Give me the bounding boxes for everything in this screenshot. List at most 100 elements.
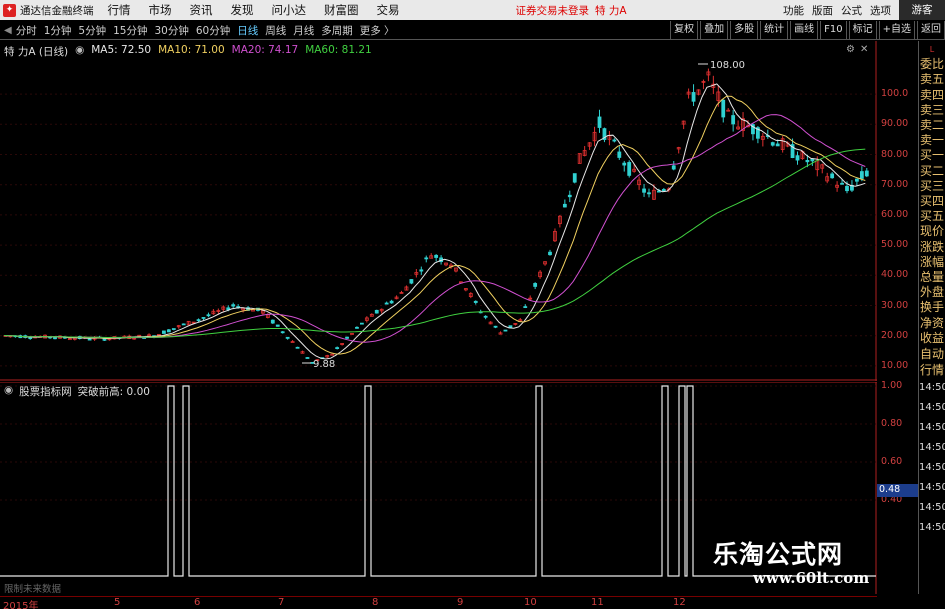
price-tick-label: 10.00 xyxy=(881,359,909,371)
quote-panel-item[interactable]: 涨幅 xyxy=(919,255,945,270)
ma-settings-icon[interactable]: ◉ xyxy=(75,44,84,59)
quote-panel-item[interactable]: 14:50 xyxy=(919,518,945,538)
quote-panel-item[interactable]: 买四 xyxy=(919,194,945,209)
period-monthly[interactable]: 月线 xyxy=(293,23,314,38)
menu-trade[interactable]: 交易 xyxy=(377,2,400,18)
quote-panel-item[interactable]: 换手 xyxy=(919,300,945,315)
btn-stats[interactable]: 统计 xyxy=(760,21,789,40)
btn-draw[interactable]: 画线 xyxy=(790,21,819,40)
price-tick-label: 80.00 xyxy=(881,148,909,160)
menu-market[interactable]: 市场 xyxy=(149,2,172,18)
candle-body xyxy=(597,116,602,128)
period-multi[interactable]: 多周期 xyxy=(321,23,353,38)
period-timeshare[interactable]: 分时 xyxy=(16,23,37,38)
quote-panel-item[interactable]: 14:50 xyxy=(919,458,945,478)
quote-panel-item[interactable]: 14:50 xyxy=(919,478,945,498)
candle-body xyxy=(567,194,572,198)
indicator-tick-label: 0.60 xyxy=(881,456,903,467)
xtick-8: 8 xyxy=(372,597,379,608)
indicator-tick-label: 1.00 xyxy=(881,380,903,391)
btn-f10[interactable]: F10 xyxy=(820,21,847,40)
kline-chart[interactable]: 108.00 9.88 ✕ ⚙ xyxy=(0,41,877,381)
panel-collapse-icon[interactable]: L xyxy=(919,42,945,57)
menu-news[interactable]: 资讯 xyxy=(190,2,213,18)
btn-adjust[interactable]: 复权 xyxy=(670,21,699,40)
quote-panel-item[interactable]: 卖一 xyxy=(919,133,945,148)
candle-body xyxy=(661,189,666,192)
quote-panel-item[interactable]: 总量 xyxy=(919,270,945,285)
back-arrow-icon[interactable]: ◀ xyxy=(4,25,12,36)
quote-panel-item[interactable]: 委比 xyxy=(919,57,945,72)
quote-panel-item[interactable]: 净资 xyxy=(919,316,945,331)
menu-options[interactable]: 选项 xyxy=(870,3,891,18)
quote-panel-item[interactable]: 卖四 xyxy=(919,88,945,103)
gear-icon[interactable]: ⚙ xyxy=(846,44,855,55)
btn-return[interactable]: 返回 xyxy=(917,21,945,40)
xtick-2015: 2015年 xyxy=(3,601,39,609)
tdx-logo-icon: ✦ xyxy=(3,3,16,17)
quote-panel-item[interactable]: 行情 xyxy=(919,362,945,378)
quote-panel-item[interactable]: 收益 xyxy=(919,331,945,346)
quote-panel-item[interactable]: 14:50 xyxy=(919,498,945,518)
indicator-settings-icon[interactable]: ◉ xyxy=(4,384,13,399)
menu-layout[interactable]: 版面 xyxy=(812,3,833,18)
indicator-value: 突破前高: 0.00 xyxy=(77,386,150,398)
candle-body xyxy=(345,336,349,339)
quote-panel-item[interactable]: 买一 xyxy=(919,148,945,163)
quote-panel-item[interactable]: 卖三 xyxy=(919,103,945,118)
quote-panel-item[interactable]: 外盘 xyxy=(919,285,945,300)
candle-body xyxy=(508,325,513,328)
price-axis-gutter: 100.0 90.00 80.00 70.00 60.00 50.00 40.00 30.00… xyxy=(877,41,918,594)
period-5min[interactable]: 5分钟 xyxy=(78,23,106,38)
xtick-10: 10 xyxy=(524,597,537,608)
period-60min[interactable]: 60分钟 xyxy=(196,23,230,38)
menu-discover[interactable]: 发现 xyxy=(231,2,254,18)
xtick-9: 9 xyxy=(457,597,464,608)
menu-formula[interactable]: 公式 xyxy=(841,3,862,18)
quote-panel-item[interactable]: 自动 xyxy=(919,346,945,362)
quote-panel-item[interactable]: 卖五 xyxy=(919,72,945,87)
candle-body xyxy=(206,314,211,317)
quote-panel-item[interactable]: 买五 xyxy=(919,209,945,224)
more-label: 更多 xyxy=(359,24,381,37)
menu-quotes[interactable]: 行情 xyxy=(108,2,131,18)
more-periods-button[interactable]: 更多 〉 xyxy=(360,23,395,38)
quote-panel-item[interactable]: 卖二 xyxy=(919,118,945,133)
quote-panel-item[interactable]: 14:50 xyxy=(919,418,945,438)
guest-button[interactable]: 游客 xyxy=(899,0,945,20)
period-15min[interactable]: 15分钟 xyxy=(113,23,147,38)
toolbar-right: 复权 叠加 多股 统计 画线 F10 标记 +自选 返回 xyxy=(668,21,945,40)
menu-function[interactable]: 功能 xyxy=(783,3,804,18)
quote-panel-item[interactable]: 14:50 xyxy=(919,378,945,398)
candle-body xyxy=(503,329,508,332)
btn-multi-stock[interactable]: 多股 xyxy=(730,21,759,40)
candle-body xyxy=(181,323,186,326)
settings-icon[interactable]: ✕ xyxy=(860,44,868,55)
menu-xiaoda[interactable]: 问小达 xyxy=(272,2,307,18)
period-30min[interactable]: 30分钟 xyxy=(154,23,188,38)
candle-body xyxy=(845,185,849,192)
price-tick-label: 20.00 xyxy=(881,329,909,341)
quote-panel-item[interactable]: 现价 xyxy=(919,224,945,239)
period-daily[interactable]: 日线 xyxy=(237,23,258,38)
candle-body xyxy=(523,306,528,308)
period-weekly[interactable]: 周线 xyxy=(265,23,286,38)
btn-add-watch[interactable]: +自选 xyxy=(878,21,915,40)
quote-panel-item[interactable]: 14:50 xyxy=(919,398,945,418)
quote-panel-item[interactable]: 买三 xyxy=(919,179,945,194)
quote-panel-item[interactable]: 14:50 xyxy=(919,438,945,458)
quote-panel-item[interactable]: 买二 xyxy=(919,164,945,179)
menu-wealth[interactable]: 财富圈 xyxy=(324,2,359,18)
quote-panel: L 委比 卖五 卖四 卖三 卖二 卖一 买一 买二 买三 买四 买五 现价 涨跌 涨幅 总量 外盘 换手 净资 收益… xyxy=(918,41,945,594)
quote-panel-item[interactable]: 涨跌 xyxy=(919,240,945,255)
candle-body xyxy=(275,324,280,327)
candle-body xyxy=(691,92,696,102)
candle-body xyxy=(864,170,869,177)
period-1min[interactable]: 1分钟 xyxy=(44,23,72,38)
candle-body xyxy=(805,160,810,163)
price-tick-label: 50.00 xyxy=(881,239,909,251)
btn-overlay[interactable]: 叠加 xyxy=(700,21,729,40)
candle-body xyxy=(28,337,33,340)
login-status[interactable]: 证券交易未登录 xyxy=(516,3,590,18)
btn-mark[interactable]: 标记 xyxy=(848,21,877,40)
